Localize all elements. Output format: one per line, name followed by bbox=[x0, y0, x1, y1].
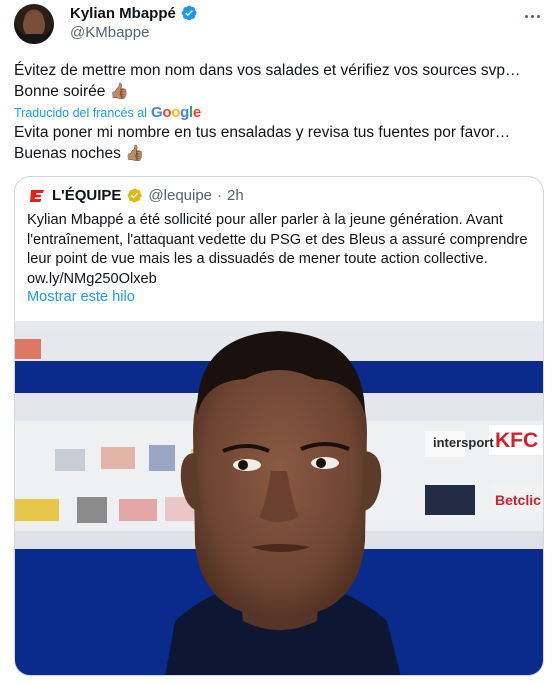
author-display-name[interactable]: Kylian Mbappé bbox=[70, 5, 176, 22]
translation-text: Evita poner mi nombre en tus ensaladas y… bbox=[14, 124, 511, 162]
author-handle[interactable]: @KMbappe bbox=[70, 24, 149, 41]
tweet-text: Évitez de mettre mon nom dans vos salade… bbox=[14, 62, 521, 100]
sponsor-betclic: Betclic bbox=[495, 492, 541, 508]
author-avatar[interactable] bbox=[14, 4, 54, 44]
quoted-author-name[interactable]: L'ÉQUIPE bbox=[52, 187, 121, 204]
quoted-tweet-photo[interactable]: intersport KFC Betclic bbox=[15, 321, 543, 675]
translated-label[interactable]: Traducido del francés al bbox=[14, 106, 147, 120]
sponsor-intersport: intersport bbox=[433, 435, 494, 450]
quoted-separator: · bbox=[217, 187, 223, 204]
quoted-author-handle[interactable]: @lequipe bbox=[148, 187, 212, 204]
translation-attribution: Traducido del francés al Google bbox=[14, 104, 201, 121]
quoted-tweet-card[interactable]: L'ÉQUIPE @lequipe · 2h Kylian Mbappé a é… bbox=[14, 176, 544, 676]
sponsor-kfc: KFC bbox=[495, 429, 538, 452]
verified-badge-icon bbox=[181, 5, 197, 21]
lequipe-logo-icon bbox=[27, 188, 47, 204]
quoted-timestamp[interactable]: 2h bbox=[227, 187, 244, 204]
gold-verified-badge-icon bbox=[127, 188, 143, 203]
avatar-shirt bbox=[18, 34, 50, 44]
more-options-icon[interactable] bbox=[522, 6, 542, 26]
quoted-tweet-header: L'ÉQUIPE @lequipe · 2h bbox=[27, 187, 244, 204]
author-name-row: Kylian Mbappé bbox=[70, 4, 198, 22]
quoted-tweet-text: Kylian Mbappé a été sollicité pour aller… bbox=[27, 212, 528, 287]
google-logo: Google bbox=[150, 104, 201, 121]
show-thread-link[interactable]: Mostrar este hilo bbox=[27, 289, 135, 305]
press-conference-photo: intersport KFC Betclic bbox=[15, 321, 543, 675]
